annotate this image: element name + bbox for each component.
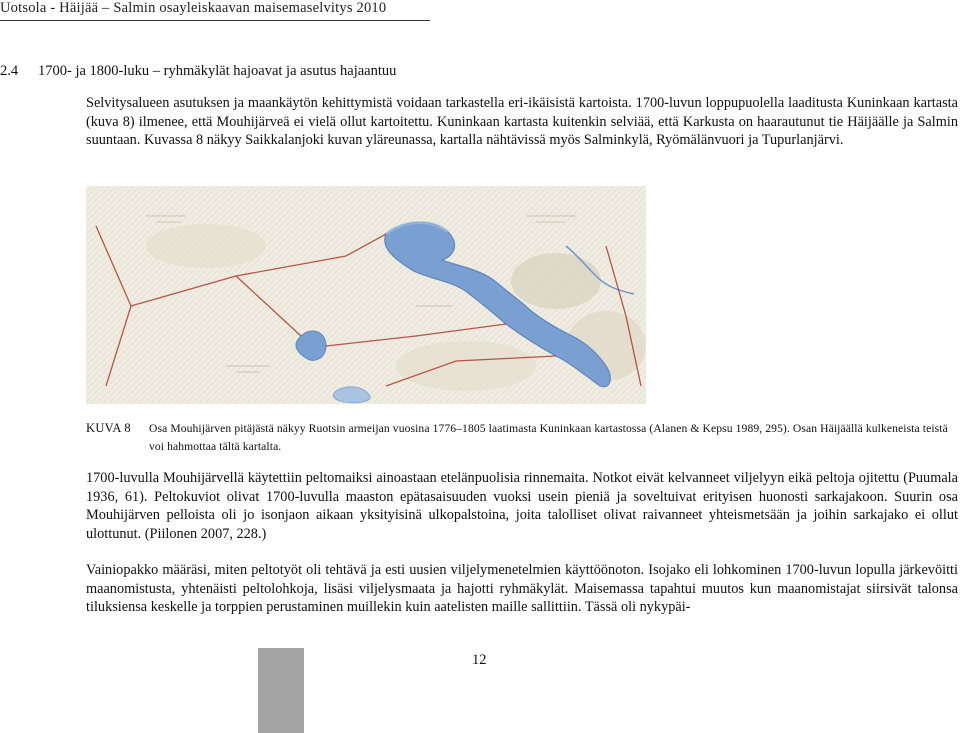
section-title: 1700- ja 1800-luku – ryhmäkylät hajoavat… — [38, 63, 397, 79]
page-corner-block — [258, 648, 304, 733]
historical-map-image — [86, 186, 646, 404]
running-header: Uotsola - Häijää – Salmin osayleiskaavan… — [0, 0, 430, 21]
paragraph-intro: Selvitysalueen asutuksen ja maankäytön k… — [86, 95, 958, 149]
section-heading: 2.4 1700- ja 1800-luku – ryhmäkylät hajoa… — [0, 62, 396, 80]
page-number: 12 — [472, 652, 487, 668]
paragraph-fields: 1700-luvulla Mouhijärvellä käytettiin pe… — [86, 470, 958, 542]
paragraph-isojako: Vainiopakko määräsi, miten peltotyöt oli… — [86, 562, 958, 616]
figure-caption: Osa Mouhijärven pitäjästä näkyy Ruotsin … — [149, 422, 948, 453]
section-number: 2.4 — [0, 63, 19, 79]
figure-label: KUVA 8 — [86, 421, 131, 435]
